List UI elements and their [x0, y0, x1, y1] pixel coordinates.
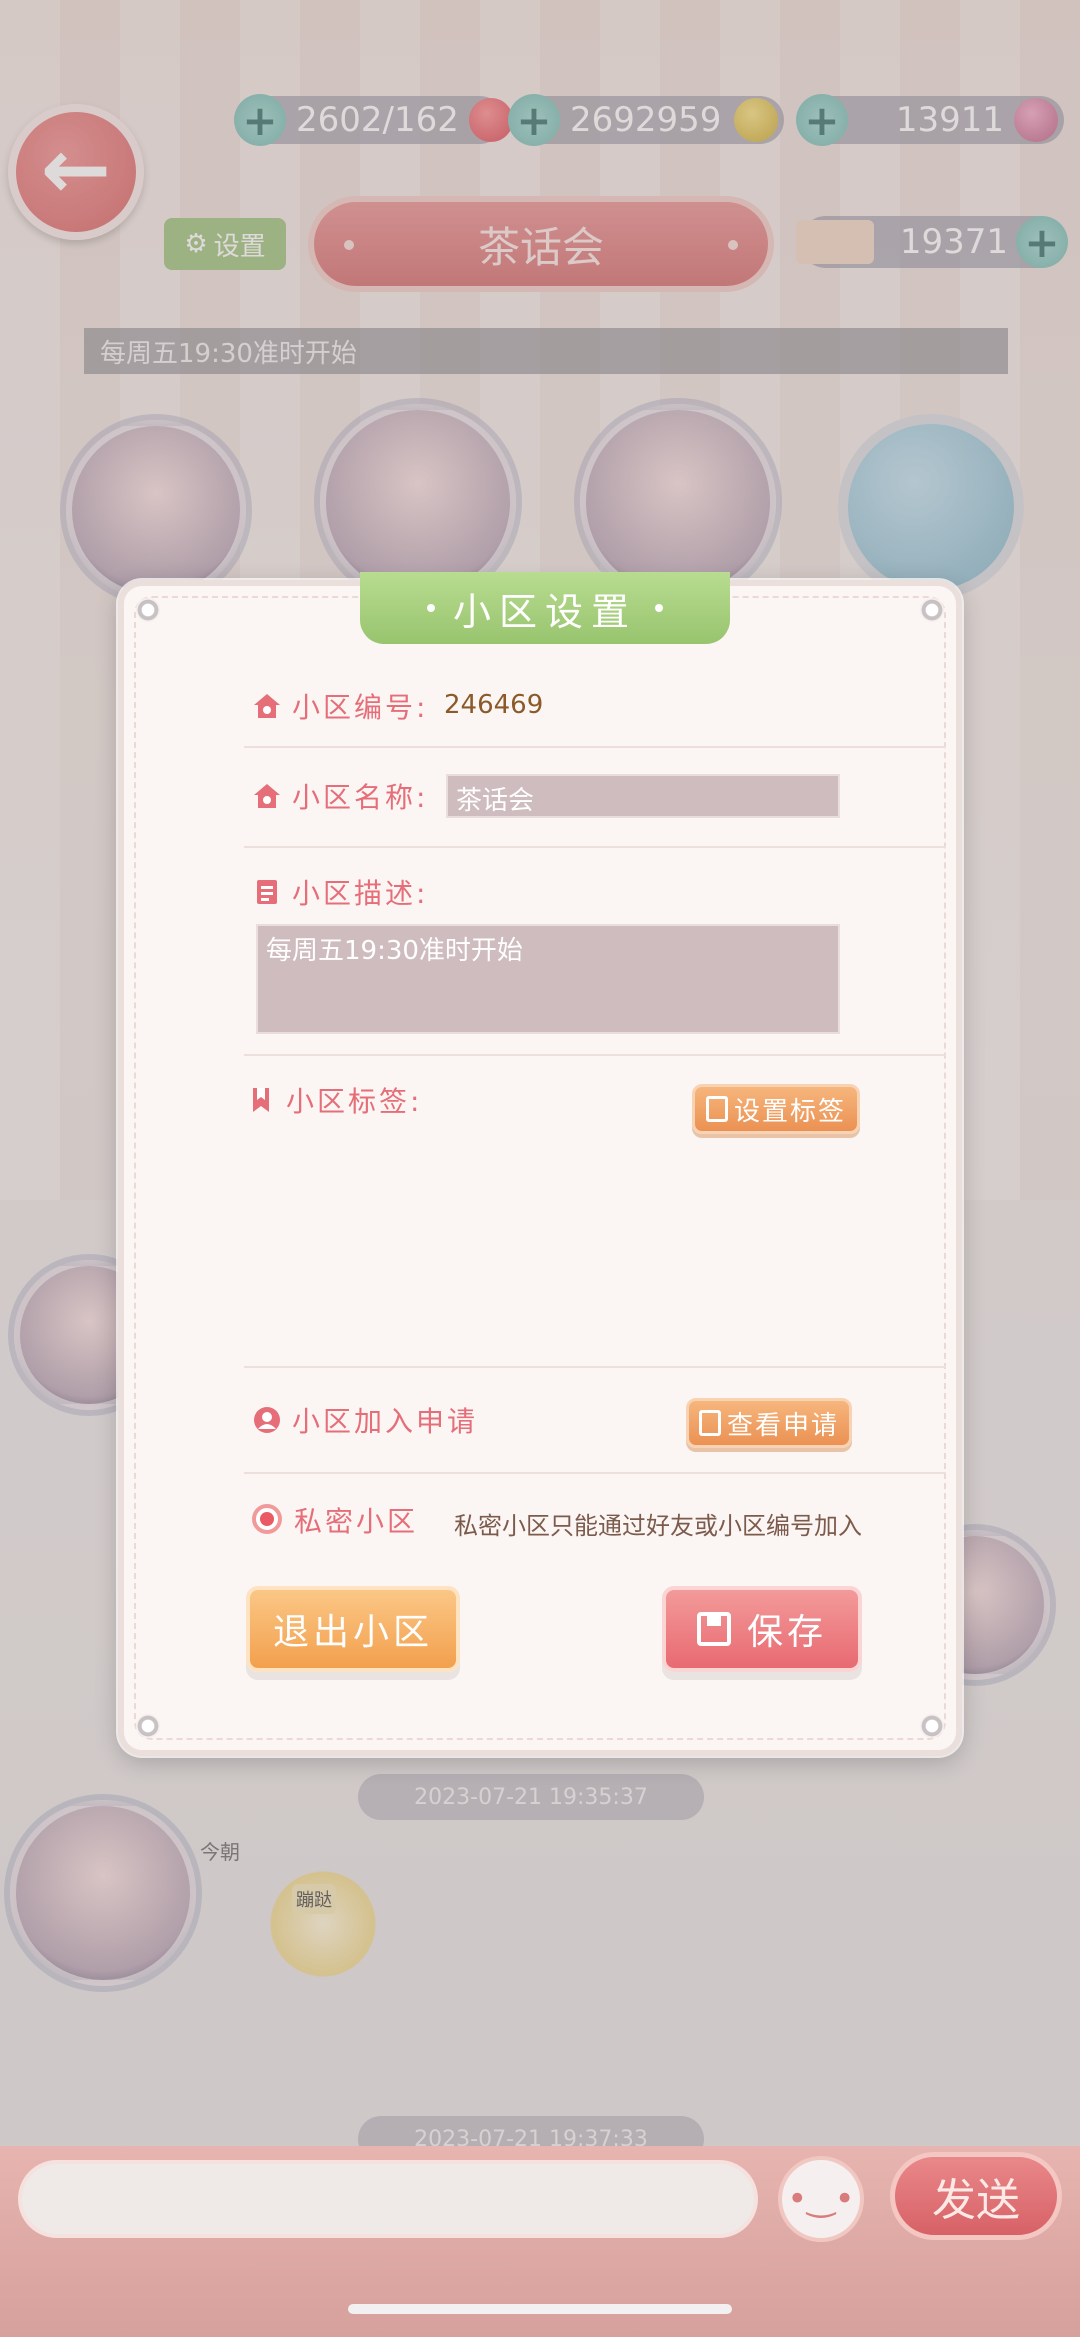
modal-border [134, 596, 946, 1740]
private-community-label: 私密小区 [294, 1505, 419, 1538]
private-community-description: 私密小区只能通过好友或小区编号加入 [454, 1512, 862, 1540]
community-settings-modal: 小区设置 小区编号: 246469 小区名称: 茶话会 小区描述: 每周五19:… [118, 572, 962, 1756]
smiley-icon: •‿• [787, 2179, 855, 2219]
chat-input[interactable] [18, 2160, 758, 2238]
community-name-label: 小区名称: [292, 781, 429, 814]
divider [244, 1366, 946, 1368]
save-button[interactable]: 保存 [662, 1586, 862, 1672]
corner-rivet [136, 1714, 160, 1738]
modal-title-tab: 小区设置 [360, 572, 730, 644]
exit-community-button[interactable]: 退出小区 [246, 1586, 460, 1672]
view-requests-label: 查看申请 [726, 1410, 839, 1441]
exit-community-label: 退出小区 [272, 1612, 433, 1653]
divider [244, 1472, 946, 1474]
notebook-icon [698, 1410, 721, 1436]
save-icon [696, 1612, 731, 1646]
community-id-label: 小区编号: [292, 691, 429, 724]
community-id-row: 小区编号: [252, 686, 428, 726]
community-name-row: 小区名称: [252, 776, 428, 816]
divider [244, 846, 946, 848]
join-request-label: 小区加入申请 [292, 1405, 479, 1438]
divider [244, 746, 946, 748]
community-name-input[interactable]: 茶话会 [446, 774, 840, 818]
user-icon [254, 1407, 280, 1433]
description-textarea[interactable]: 每周五19:30准时开始 [256, 924, 840, 1034]
corner-rivet [136, 598, 160, 622]
title-dot [426, 604, 435, 612]
corner-rivet [920, 1714, 944, 1738]
set-tags-label: 设置标签 [733, 1096, 846, 1127]
notebook-icon [257, 880, 277, 904]
title-dot [655, 604, 663, 612]
modal-title: 小区设置 [452, 589, 637, 634]
corner-rivet [920, 598, 944, 622]
notebook-icon [705, 1096, 728, 1122]
home-icon [254, 784, 280, 808]
divider [244, 1054, 946, 1056]
tags-row: 小区标签: [246, 1080, 422, 1120]
view-requests-button[interactable]: 查看申请 [686, 1398, 852, 1448]
community-id-value: 246469 [444, 690, 544, 720]
join-request-row: 小区加入申请 [252, 1400, 478, 1440]
emoji-button[interactable]: •‿• [778, 2156, 864, 2242]
save-label: 保存 [746, 1612, 827, 1653]
send-button[interactable]: 发送 [890, 2152, 1062, 2240]
home-indicator [348, 2304, 732, 2314]
description-label: 小区描述: [292, 877, 429, 910]
private-community-radio[interactable] [252, 1504, 282, 1534]
set-tags-button[interactable]: 设置标签 [692, 1084, 860, 1134]
home-icon [254, 694, 280, 718]
description-row: 小区描述: [252, 872, 428, 912]
bookmark-icon [253, 1088, 269, 1112]
tags-label: 小区标签: [286, 1085, 423, 1118]
